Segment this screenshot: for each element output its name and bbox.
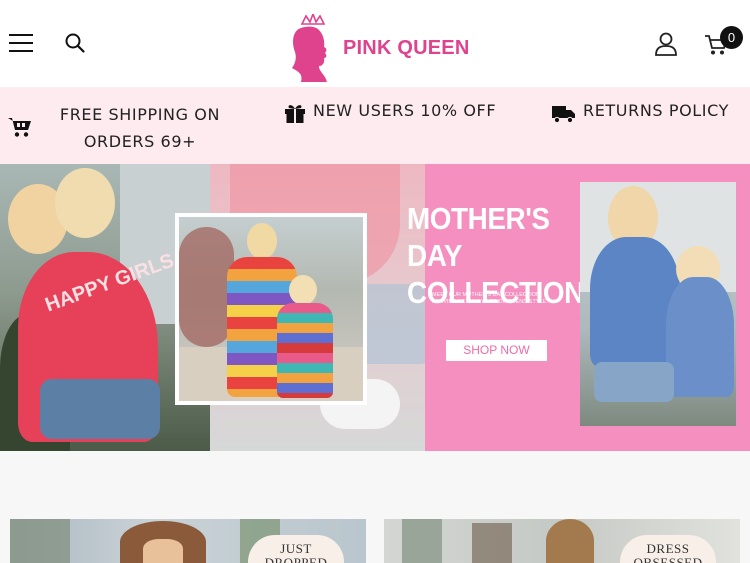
cart-count-badge: 0 [720, 26, 743, 49]
queen-silhouette-icon [292, 14, 327, 82]
cart-icon [8, 118, 31, 137]
hero-subtitle-line: MEET OUR MOTHER'S DAY COLLECTION [432, 292, 541, 298]
site-header: PINK QUEEN 0 [0, 0, 750, 87]
account-button[interactable] [650, 28, 682, 60]
promo-returns-policy[interactable]: RETURNS POLICY [583, 101, 729, 120]
collections-section: JUST DROPPED DRESS OBSESSED [0, 451, 750, 563]
hero-subtitle: MEET OUR MOTHER'S DAY COLLECTION SERVING… [432, 292, 592, 306]
gift-icon [285, 105, 305, 123]
brand-logo[interactable]: PINK QUEEN [289, 14, 479, 82]
search-icon [65, 33, 85, 53]
hero-banner[interactable]: HAPPY GIRLS MOTHER'S DAY COLLECTION MEET… [0, 164, 750, 451]
brand-name: PINK QUEEN [343, 36, 470, 59]
hero-subtitle-line: SERVING NEW WAYS TO DO TREND STYLE. [432, 299, 548, 305]
truck-icon [552, 106, 575, 124]
collection-badge: JUST DROPPED [248, 535, 344, 563]
promo-new-users[interactable]: NEW USERS 10% OFF [313, 101, 496, 120]
hero-photo-framed [175, 213, 367, 405]
hamburger-menu-icon [9, 34, 33, 52]
collection-card-just-dropped[interactable]: JUST DROPPED [10, 519, 366, 563]
shop-now-button[interactable]: SHOP NOW [446, 340, 547, 361]
collection-card-dress-obsessed[interactable]: DRESS OBSESSED [384, 519, 740, 563]
user-account-icon [655, 32, 677, 56]
promo-free-shipping[interactable]: FREE SHIPPING ON ORDERS 69+ [54, 101, 226, 155]
menu-button[interactable] [6, 28, 36, 58]
promo-bar: FREE SHIPPING ON ORDERS 69+ NEW USERS 10… [0, 87, 750, 164]
collection-badge: DRESS OBSESSED [620, 535, 716, 563]
hero-photo-right [580, 182, 736, 426]
search-button[interactable] [60, 28, 90, 58]
cart-button[interactable]: 0 [702, 26, 746, 60]
